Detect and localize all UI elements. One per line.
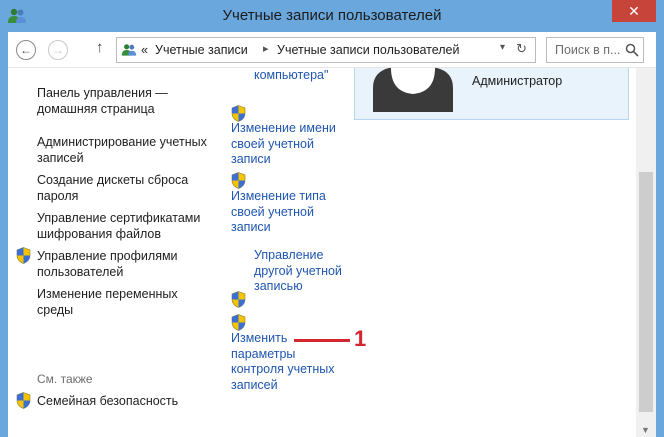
search-icon[interactable] [625, 43, 639, 57]
breadcrumb-item[interactable]: Учетные записи пользователей [277, 43, 460, 57]
sidebar-link-family-safety[interactable]: Семейная безопасность [37, 393, 217, 409]
annotation-line [294, 339, 350, 342]
task-link-change-type[interactable]: Изменение типа своей учетной записи [231, 189, 341, 236]
scroll-down-icon[interactable]: ▼ [641, 425, 650, 435]
navigation-toolbar: ← → ↑ « Учетные записи ▸ Учетные записи … [8, 32, 656, 68]
title-bar: Учетные записи пользователей ✕ [0, 0, 664, 32]
task-link-manage-other[interactable]: Управление другой учетной записью [254, 248, 344, 295]
vertical-scrollbar[interactable]: ▼ [636, 68, 656, 437]
uac-shield-icon [231, 291, 246, 308]
scrollbar-thumb[interactable] [639, 172, 653, 412]
window-title: Учетные записи пользователей [222, 7, 442, 24]
search-box[interactable]: Поиск в п... [546, 37, 644, 63]
address-bar[interactable]: « Учетные записи ▸ Учетные записи пользо… [116, 37, 536, 63]
content-area: Администратор Панель управления — домашн… [8, 68, 656, 437]
sidebar-link-environment-variables[interactable]: Изменение переменных среды [37, 286, 217, 318]
user-role-label: Администратор [472, 74, 563, 88]
sidebar-link-user-profiles[interactable]: Управление профилями пользователей [37, 248, 217, 280]
breadcrumb-separator[interactable]: ▸ [263, 42, 269, 55]
sidebar-link-reset-disk[interactable]: Создание дискеты сброса пароля [37, 172, 217, 204]
up-button[interactable]: ↑ [96, 39, 104, 56]
breadcrumb-item[interactable]: Учетные записи [155, 43, 248, 57]
close-button[interactable]: ✕ [612, 0, 656, 22]
uac-shield-icon [231, 314, 246, 331]
sidebar-link-admin-accounts[interactable]: Администрирование учетных записей [37, 134, 217, 166]
annotation-number: 1 [354, 326, 367, 351]
chevron-down-icon[interactable]: ▾ [500, 42, 505, 53]
avatar [363, 68, 463, 112]
task-link-partial[interactable]: компьютера" [254, 68, 364, 84]
uac-shield-icon [16, 247, 31, 264]
user-account-tile: Администратор [354, 68, 629, 120]
back-button[interactable]: ← [16, 40, 36, 60]
uac-shield-icon [231, 105, 246, 122]
forward-button[interactable]: → [48, 40, 68, 60]
sidebar-link-certificates[interactable]: Управление сертификатами шифрования файл… [37, 210, 217, 242]
see-also-heading: См. также [37, 372, 93, 386]
refresh-icon[interactable]: ↻ [516, 41, 527, 57]
users-icon [121, 44, 137, 56]
sidebar-link-control-panel-home[interactable]: Панель управления — домашняя страница [37, 85, 217, 117]
uac-shield-icon [16, 392, 31, 409]
task-link-change-name[interactable]: Изменение имени своей учетной записи [231, 121, 341, 168]
uac-shield-icon [231, 172, 246, 189]
breadcrumb-prefix[interactable]: « [141, 43, 148, 57]
search-input[interactable]: Поиск в п... [555, 43, 620, 57]
